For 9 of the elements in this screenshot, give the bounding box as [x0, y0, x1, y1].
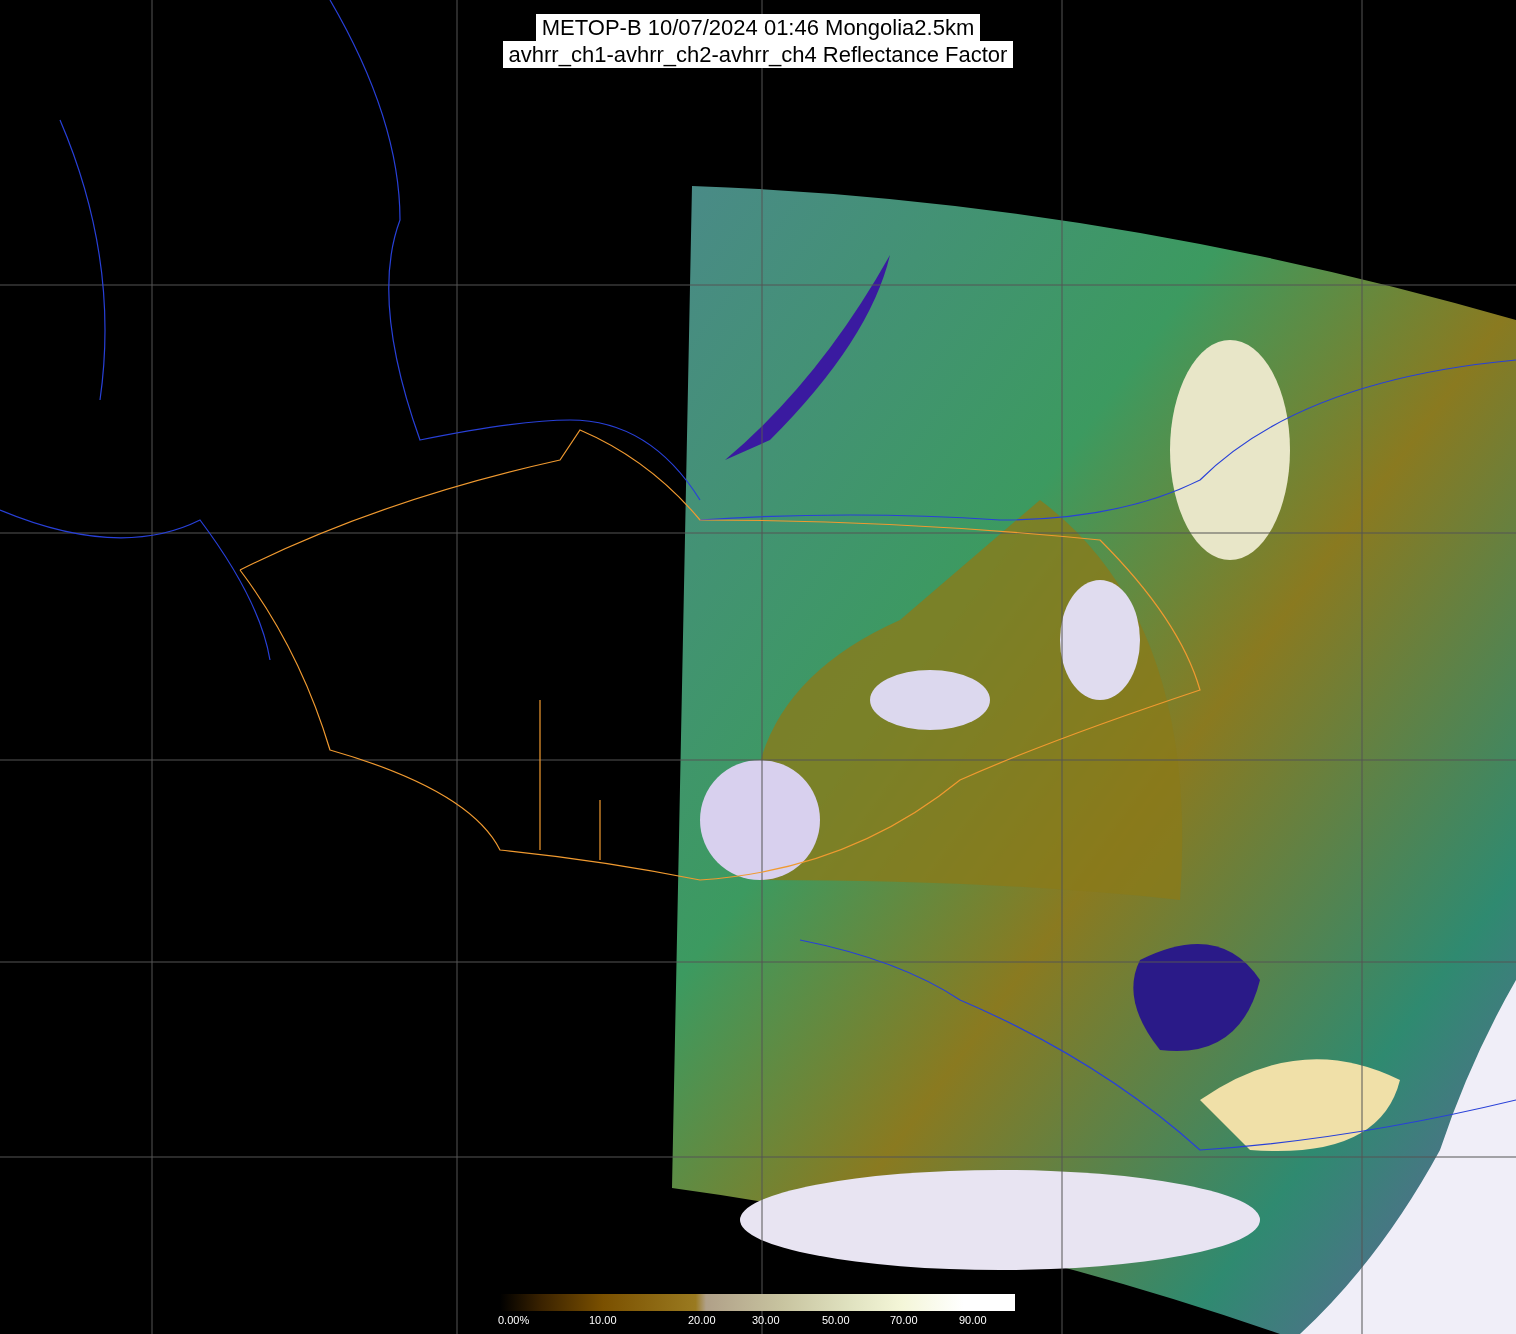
scale-label: 30.00	[752, 1314, 780, 1326]
map-title: avhrr_ch1-avhrr_ch2-avhrr_ch4 Reflectance Factor	[502, 41, 1014, 68]
scale-label: 50.00	[822, 1314, 850, 1326]
scale-label: 10.00	[589, 1314, 617, 1326]
scale-label: 0.00%	[498, 1314, 530, 1326]
scale-label: 20.00	[688, 1314, 716, 1326]
scale-label: 90.00	[959, 1314, 987, 1326]
map-title: METOP-B 10/07/2024 01:46 Mongolia2.5km	[535, 14, 981, 41]
scale-label: 70.00	[890, 1314, 918, 1326]
